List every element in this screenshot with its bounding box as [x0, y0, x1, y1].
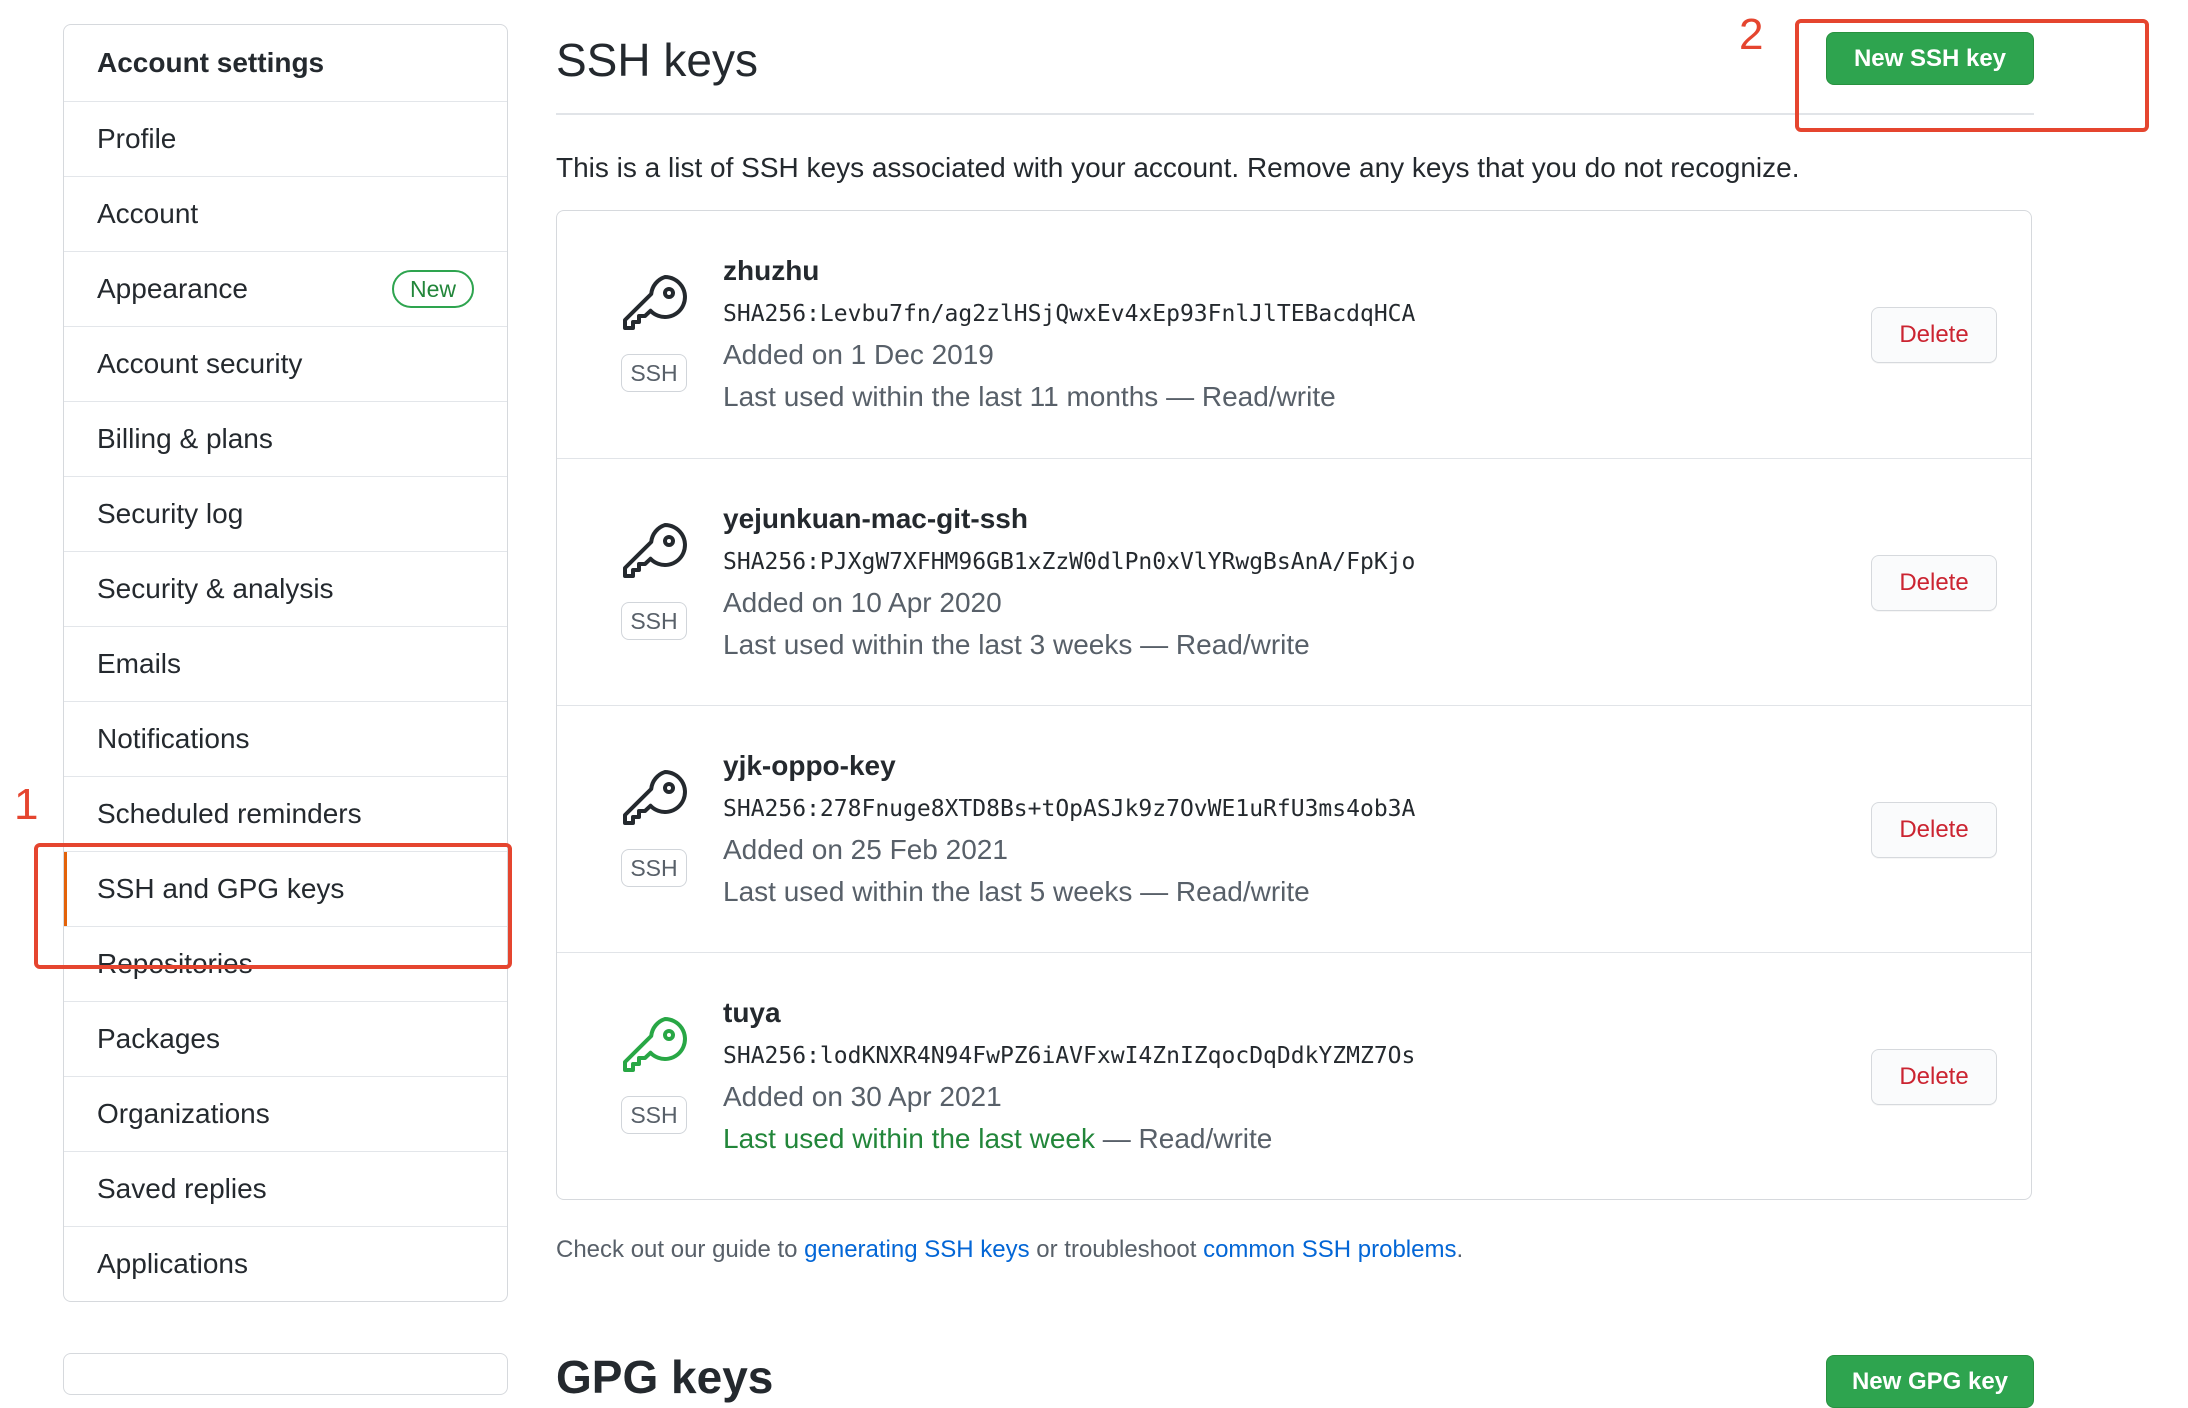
- key-fingerprint: SHA256:278Fnuge8XTD8Bs+tOpASJk9z7OvWE1uR…: [723, 796, 1416, 822]
- key-title: yjk-oppo-key: [723, 750, 896, 781]
- annotation-number-1: 1: [14, 780, 39, 829]
- sidebar-item-billing[interactable]: Billing & plans: [64, 401, 507, 476]
- last-used-text: Last used within the last 11 months: [723, 381, 1159, 412]
- sidebar-item-label: Notifications: [97, 723, 250, 754]
- key-fingerprint: SHA256:Levbu7fn/ag2zlHSjQwxEv4xEp93FnlJl…: [723, 301, 1416, 327]
- sidebar-item-label: Saved replies: [97, 1173, 267, 1204]
- guide-text: Check out our guide to generating SSH ke…: [556, 1236, 1463, 1264]
- sidebar-item-label: Account security: [97, 348, 303, 379]
- sidebar-item-notifications[interactable]: Notifications: [64, 701, 507, 776]
- ssh-key-row: SSH yjk-oppo-key SHA256:278Fnuge8XTD8Bs+…: [557, 705, 2031, 952]
- secondary-sidebar: [63, 1353, 508, 1395]
- generating-ssh-keys-link[interactable]: generating SSH keys: [804, 1236, 1029, 1263]
- key-added-date: Added on 1 Dec 2019: [723, 339, 994, 370]
- gpg-keys-title: GPG keys: [556, 1351, 774, 1403]
- delete-key-button[interactable]: Delete: [1871, 1049, 1997, 1105]
- sidebar-item-account-security[interactable]: Account security: [64, 326, 507, 401]
- access-level: — Read/write: [1132, 629, 1310, 660]
- annotation-box-2: [1795, 19, 2149, 132]
- key-added-date: Added on 25 Feb 2021: [723, 834, 1008, 865]
- ssh-key-list: SSH zhuzhu SHA256:Levbu7fn/ag2zlHSjQwxEv…: [556, 210, 2032, 1200]
- sidebar-item-emails[interactable]: Emails: [64, 626, 507, 701]
- last-used-text: Last used within the last 5 weeks: [723, 876, 1133, 907]
- sidebar-item-security-analysis[interactable]: Security & analysis: [64, 551, 507, 626]
- sidebar-item-label: Profile: [97, 123, 177, 154]
- key-icon: [621, 519, 691, 589]
- annotation-number-2: 2: [1739, 10, 1764, 59]
- delete-key-button[interactable]: Delete: [1871, 307, 1997, 363]
- sidebar-item-packages[interactable]: Packages: [64, 1001, 507, 1076]
- page-title: SSH keys: [556, 34, 758, 86]
- settings-sidebar: Account settings Profile Account Appeara…: [63, 24, 508, 1302]
- sidebar-item-label: Packages: [97, 1023, 220, 1054]
- access-level: — Read/write: [1094, 1123, 1273, 1154]
- access-level: — Read/write: [1132, 876, 1310, 907]
- sidebar-item-scheduled-reminders[interactable]: Scheduled reminders: [64, 776, 507, 851]
- sidebar-item-saved-replies[interactable]: Saved replies: [64, 1151, 507, 1226]
- intro-text: This is a list of SSH keys associated wi…: [556, 152, 1800, 183]
- ssh-type-label: SSH: [621, 354, 687, 392]
- key-icon: [621, 766, 691, 836]
- sidebar-item-label: Security log: [97, 498, 244, 529]
- key-last-used: Last used within the last week — Read/wr…: [723, 1123, 1272, 1155]
- ssh-type-label: SSH: [621, 849, 687, 887]
- guide-middle: or troubleshoot: [1029, 1236, 1204, 1263]
- key-fingerprint: SHA256:PJXgW7XFHM96GB1xZzW0dlPn0xVlYRwgB…: [723, 549, 1416, 575]
- key-added-date: Added on 10 Apr 2020: [723, 587, 1002, 618]
- sidebar-item-label: Security & analysis: [97, 573, 334, 604]
- delete-key-button[interactable]: Delete: [1871, 555, 1997, 611]
- last-used-text: Last used within the last 3 weeks: [723, 629, 1133, 660]
- sidebar-item-label: Appearance: [97, 273, 249, 304]
- sidebar-item-label: Organizations: [97, 1098, 270, 1129]
- sidebar-item-organizations[interactable]: Organizations: [64, 1076, 507, 1151]
- sidebar-item-label: Emails: [97, 648, 182, 679]
- sidebar-item-label: Account: [97, 198, 199, 229]
- key-added-date: Added on 30 Apr 2021: [723, 1081, 1002, 1112]
- delete-key-button[interactable]: Delete: [1871, 802, 1997, 858]
- new-gpg-key-button[interactable]: New GPG key: [1826, 1355, 2034, 1408]
- key-last-used: Last used within the last 11 months — Re…: [723, 381, 1336, 413]
- access-level: — Read/write: [1158, 381, 1336, 412]
- annotation-box-1: [34, 843, 512, 969]
- ssh-type-label: SSH: [621, 1096, 687, 1134]
- key-title: yejunkuan-mac-git-ssh: [723, 503, 1028, 534]
- sidebar-item-label: Applications: [97, 1248, 248, 1279]
- sidebar-item-security-log[interactable]: Security log: [64, 476, 507, 551]
- guide-prefix: Check out our guide to: [556, 1236, 805, 1263]
- sidebar-item-label: Scheduled reminders: [97, 798, 362, 829]
- ssh-key-row: SSH yejunkuan-mac-git-ssh SHA256:PJXgW7X…: [557, 458, 2031, 705]
- ssh-key-row: SSH zhuzhu SHA256:Levbu7fn/ag2zlHSjQwxEv…: [557, 211, 2031, 458]
- sidebar-item-profile[interactable]: Profile: [64, 101, 507, 176]
- sidebar-item-appearance[interactable]: Appearance New: [64, 251, 507, 326]
- ssh-type-label: SSH: [621, 602, 687, 640]
- sidebar-item-label: Billing & plans: [97, 423, 273, 454]
- key-last-used: Last used within the last 3 weeks — Read…: [723, 629, 1310, 661]
- sidebar-item-account[interactable]: Account: [64, 176, 507, 251]
- common-ssh-problems-link[interactable]: common SSH problems: [1203, 1236, 1456, 1263]
- key-fingerprint: SHA256:lodKNXR4N94FwPZ6iAVFxwI4ZnIZqocDq…: [723, 1043, 1416, 1069]
- ssh-key-row: SSH tuya SHA256:lodKNXR4N94FwPZ6iAVFxwI4…: [557, 952, 2031, 1199]
- key-icon: [621, 1013, 691, 1083]
- sidebar-item-applications[interactable]: Applications: [64, 1226, 507, 1301]
- new-badge: New: [391, 270, 474, 308]
- last-used-text: Last used within the last week: [723, 1123, 1095, 1154]
- key-title: zhuzhu: [723, 255, 820, 286]
- key-title: tuya: [723, 997, 781, 1028]
- sidebar-header: Account settings: [97, 47, 325, 78]
- key-last-used: Last used within the last 5 weeks — Read…: [723, 876, 1310, 908]
- key-icon: [621, 271, 691, 341]
- guide-suffix: .: [1456, 1236, 1464, 1263]
